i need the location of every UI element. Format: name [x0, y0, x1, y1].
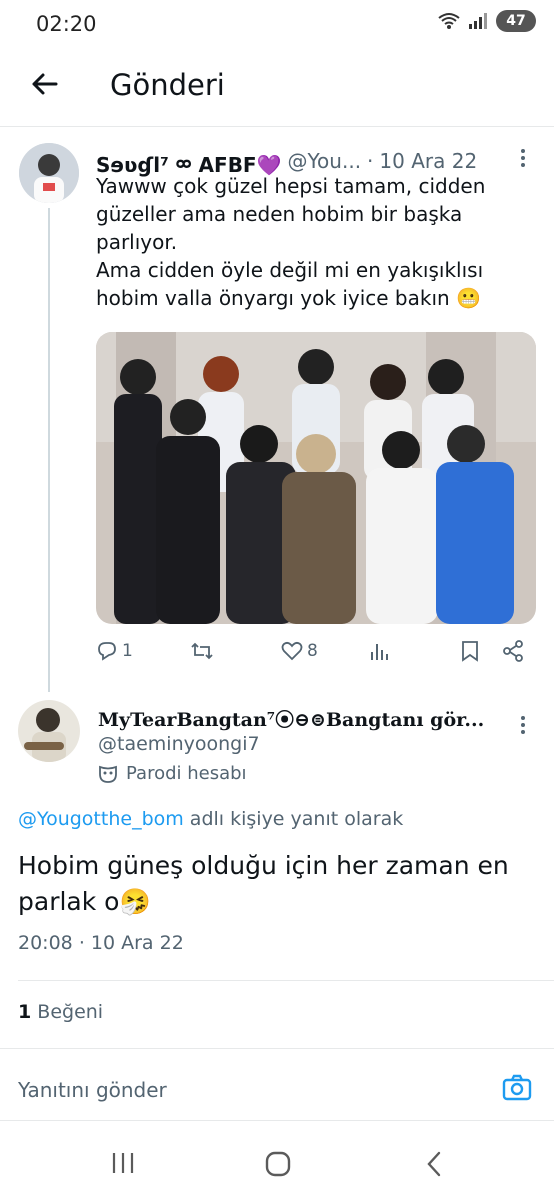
reply-to-suffix: adlı kişiye yanıt olarak [183, 808, 404, 830]
back-arrow-icon[interactable] [30, 70, 58, 98]
parent-tweet-text: Yawww çok güzel hepsi tamam, cidden güze… [96, 172, 516, 312]
replying-to: @Yougotthe_bom adlı kişiye yanıt olarak [18, 808, 403, 830]
page-title: Gönderi [110, 68, 225, 102]
likes-summary[interactable]: 1 Beğeni [18, 1001, 103, 1023]
heart-icon [281, 641, 303, 661]
retweet-action[interactable] [190, 640, 214, 662]
author-handle[interactable]: @You... [288, 149, 362, 173]
tweet-photo[interactable] [96, 332, 536, 624]
back-nav-icon[interactable] [424, 1150, 444, 1178]
share-action[interactable] [502, 640, 524, 662]
header [0, 52, 554, 126]
more-icon[interactable] [520, 148, 526, 168]
parody-label-row: Parodi hesabı [98, 763, 247, 784]
tweet-date[interactable]: 10 Ara 22 [379, 149, 477, 173]
battery-indicator: 47 [496, 10, 536, 32]
text-line: Ama cidden öyle değil mi en yakışıklısı [96, 258, 484, 282]
views-icon [371, 644, 388, 660]
status-icons: 47 [438, 10, 536, 32]
reply-date: 10 Ara 22 [90, 932, 184, 954]
reply-input[interactable]: Yanıtını gönder [18, 1078, 167, 1102]
home-icon[interactable] [264, 1150, 292, 1178]
text-line: parlıyor. [96, 230, 178, 254]
reply-count: 1 [122, 641, 133, 661]
recents-icon[interactable] [110, 1150, 136, 1176]
parody-mask-icon [99, 765, 117, 783]
like-action[interactable]: 8 [281, 640, 318, 662]
separator: · [367, 148, 374, 173]
wifi-icon [438, 13, 460, 29]
author-name[interactable]: MyTearBangtan⁷⦿⊖⊜Bangtanı gör... [98, 705, 484, 732]
likes-label: Beğeni [37, 1001, 104, 1023]
retweet-icon [191, 642, 213, 660]
signal-icon [469, 13, 487, 29]
thread-connector [48, 208, 50, 692]
reply-timestamp: 20:08 · 10 Ara 22 [18, 932, 184, 954]
text-line: hobim valla önyargı yok iyice bakın 😬 [96, 286, 481, 310]
share-icon [503, 640, 523, 662]
avatar[interactable] [18, 700, 80, 762]
text-line: güzeller ama neden hobim bir başka [96, 202, 463, 226]
author-handle[interactable]: @taeminyoongi7 [98, 733, 260, 755]
reply-icon [98, 642, 116, 661]
text-line: Yawww çok güzel hepsi tamam, cidden [96, 174, 486, 198]
reply-tweet-text: Hobim güneş olduğu için her zaman en par… [18, 851, 509, 916]
like-count: 8 [307, 641, 318, 661]
camera-icon[interactable] [502, 1074, 532, 1102]
reply-action[interactable]: 1 [96, 640, 133, 662]
reply-time: 20:08 [18, 932, 73, 954]
bookmark-action[interactable] [460, 640, 480, 662]
bookmark-icon [462, 641, 478, 662]
likes-count: 1 [18, 1001, 32, 1023]
status-time: 02:20 [36, 12, 97, 36]
views-action[interactable] [369, 640, 389, 662]
separator: · [78, 932, 85, 954]
parent-tweet-actions: 1 8 [96, 640, 526, 670]
avatar[interactable] [19, 143, 79, 203]
header-divider [0, 126, 554, 127]
parody-label: Parodi hesabı [126, 763, 247, 784]
divider [18, 980, 554, 981]
more-icon[interactable] [520, 715, 526, 735]
reply-to-mention[interactable]: @Yougotthe_bom [18, 808, 184, 830]
